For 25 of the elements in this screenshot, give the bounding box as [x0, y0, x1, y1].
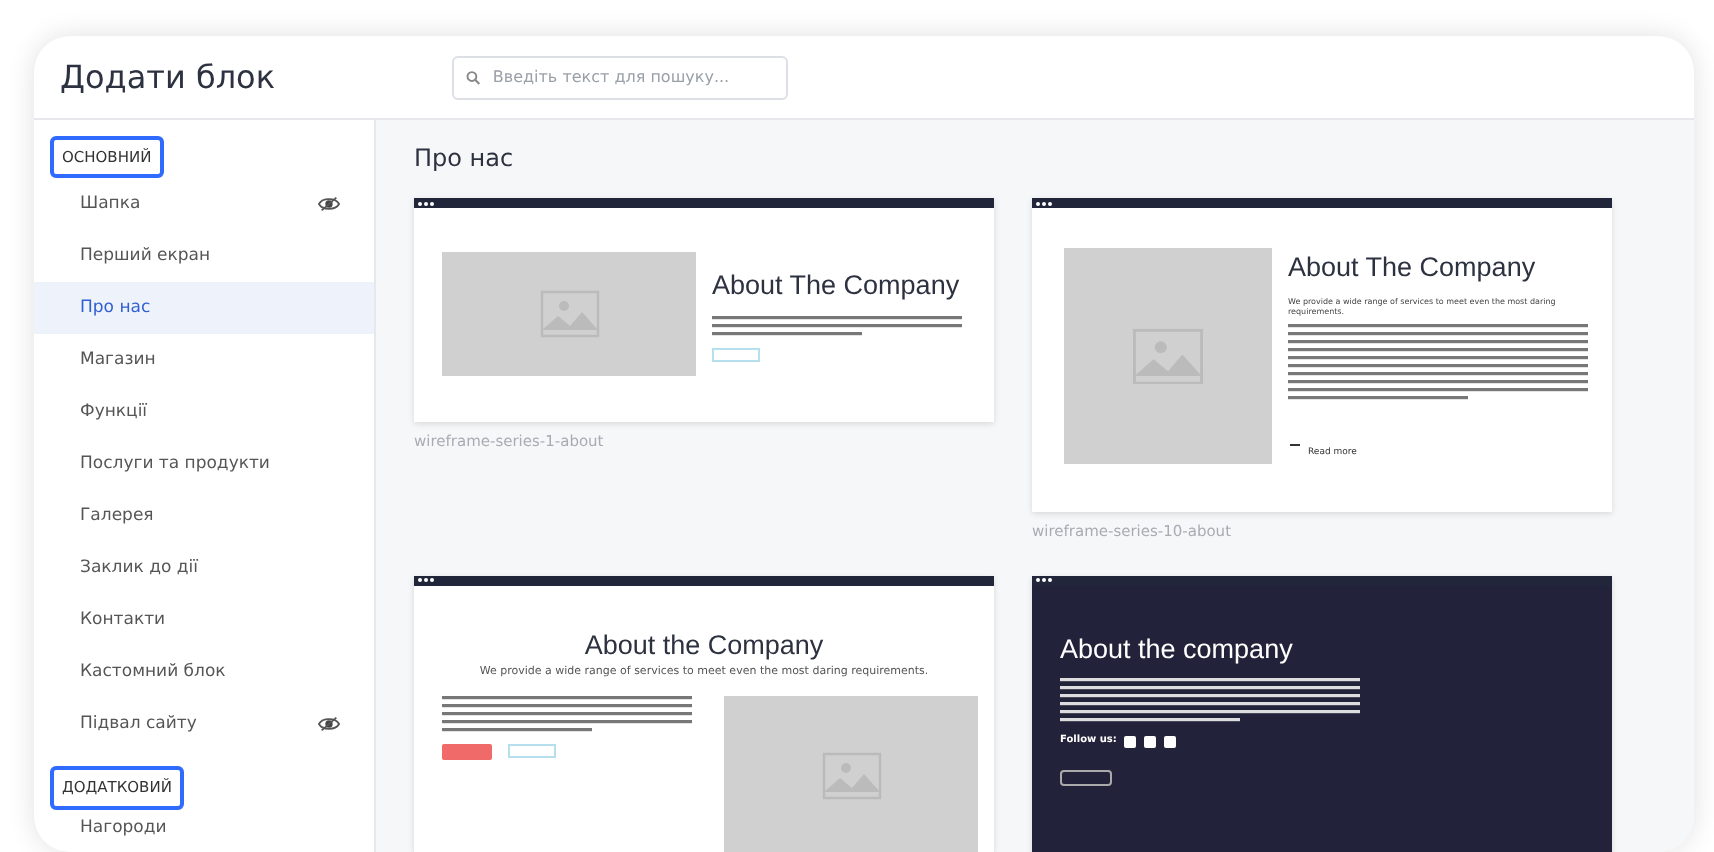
preview-heading: About the Company [582, 627, 826, 664]
primary-button[interactable] [442, 744, 492, 761]
preview-heading: About The Company [1288, 250, 1538, 286]
panel-title: Додати блок [60, 57, 278, 97]
search-icon [466, 69, 481, 85]
preview-heading: About the company [1060, 631, 1295, 668]
sidebar-item[interactable]: Кастомний блок [34, 646, 374, 699]
outline-button[interactable] [1060, 769, 1112, 786]
sidebar-item[interactable]: Шапка [34, 178, 374, 231]
eye-icon[interactable] [318, 196, 340, 213]
section-heading: Про нас [414, 142, 516, 176]
search-field[interactable]: Введіть текст для пошуку... [452, 55, 788, 99]
sidebar-item[interactable]: Нагороди [34, 809, 374, 849]
preview-heading: About The Company [712, 268, 962, 305]
sidebar-item[interactable]: Заклик до дії [34, 542, 374, 595]
sidebar-item[interactable]: Перший екран [34, 230, 374, 283]
sidebar-item[interactable]: Підвал сайту [34, 698, 374, 751]
eye-icon[interactable] [318, 716, 340, 733]
sidebar-item[interactable]: Послуги та продукти [34, 438, 374, 491]
sidebar-item[interactable]: Галерея [34, 490, 374, 543]
sidebar-item[interactable]: Про нас [34, 282, 374, 335]
sidebar-item[interactable]: Магазин [34, 334, 374, 387]
sidebar-item[interactable]: Контакти [34, 594, 374, 647]
template-preview[interactable]: About The Company [414, 198, 994, 422]
sidebar-item[interactable]: Функції [34, 386, 374, 439]
